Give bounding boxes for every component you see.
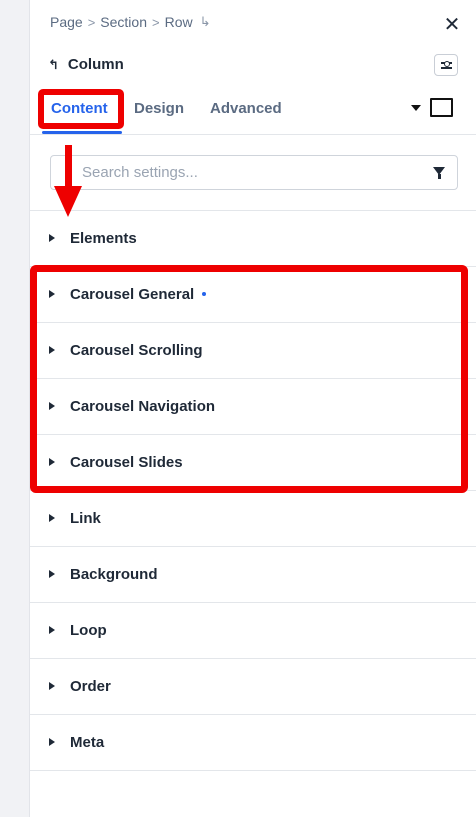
- section-label: Meta: [70, 734, 105, 751]
- section-carousel-slides[interactable]: Carousel Slides: [30, 435, 476, 491]
- caret-right-icon: [49, 682, 55, 690]
- caret-right-icon: [49, 402, 55, 410]
- section-order[interactable]: Order: [30, 659, 476, 715]
- breadcrumb: Page > Section > Row ↳: [50, 14, 211, 30]
- filter-icon[interactable]: [433, 167, 445, 179]
- divider: [30, 134, 476, 135]
- section-label: Order: [70, 678, 111, 695]
- section-carousel-scrolling[interactable]: Carousel Scrolling: [30, 323, 476, 379]
- modified-dot-icon: [202, 292, 206, 296]
- tab-content[interactable]: Content: [51, 100, 108, 117]
- search-box: [50, 155, 458, 190]
- section-label: Carousel Scrolling: [70, 342, 203, 359]
- caret-right-icon: [49, 514, 55, 522]
- caret-right-icon: [49, 346, 55, 354]
- section-background[interactable]: Background: [30, 547, 476, 603]
- slider-line: [440, 60, 452, 67]
- slider-line: [440, 66, 452, 69]
- settings-panel: Page > Section > Row ↳ ✕ ↰ Column Conten…: [30, 0, 476, 817]
- section-meta[interactable]: Meta: [30, 715, 476, 771]
- tab-design[interactable]: Design: [134, 100, 184, 117]
- breadcrumb-separator: >: [87, 14, 96, 30]
- close-icon[interactable]: ✕: [439, 11, 465, 37]
- section-carousel-navigation[interactable]: Carousel Navigation: [30, 379, 476, 435]
- section-label: Carousel Navigation: [70, 398, 216, 415]
- section-label: Loop: [70, 622, 107, 639]
- section-label: Carousel Slides: [70, 454, 183, 471]
- desktop-icon[interactable]: [430, 98, 453, 117]
- section-loop[interactable]: Loop: [30, 603, 476, 659]
- back-arrow-icon[interactable]: ↰: [48, 57, 59, 73]
- breadcrumb-page[interactable]: Page: [50, 14, 83, 30]
- section-carousel-general[interactable]: Carousel General: [30, 267, 476, 323]
- section-label: Background: [70, 566, 158, 583]
- breadcrumb-separator: >: [152, 14, 160, 30]
- section-label: Carousel General: [70, 286, 195, 303]
- caret-down-icon[interactable]: [411, 105, 421, 111]
- sliders-icon[interactable]: [434, 54, 458, 76]
- section-label: Elements: [70, 230, 137, 247]
- breadcrumb-row[interactable]: Row: [165, 14, 193, 30]
- caret-right-icon: [49, 290, 55, 298]
- breadcrumb-section[interactable]: Section: [100, 14, 147, 30]
- caret-right-icon: [49, 458, 55, 466]
- section-label: Link: [70, 510, 101, 527]
- element-title: Column: [67, 56, 124, 73]
- caret-right-icon: [49, 570, 55, 578]
- section-link[interactable]: Link: [30, 491, 476, 547]
- caret-right-icon: [49, 738, 55, 746]
- section-list: Elements Carousel General Carousel Scrol…: [30, 211, 476, 771]
- section-elements[interactable]: Elements: [30, 211, 476, 267]
- search-input[interactable]: [82, 156, 422, 189]
- element-header: ↰ Column: [48, 56, 124, 73]
- left-sidebar-strip: [0, 0, 30, 817]
- enter-arrow-icon: ↳: [199, 14, 211, 29]
- caret-right-icon: [49, 626, 55, 634]
- caret-right-icon: [49, 234, 55, 242]
- tab-bar: Content Design Advanced: [30, 88, 476, 134]
- tab-advanced[interactable]: Advanced: [210, 100, 282, 117]
